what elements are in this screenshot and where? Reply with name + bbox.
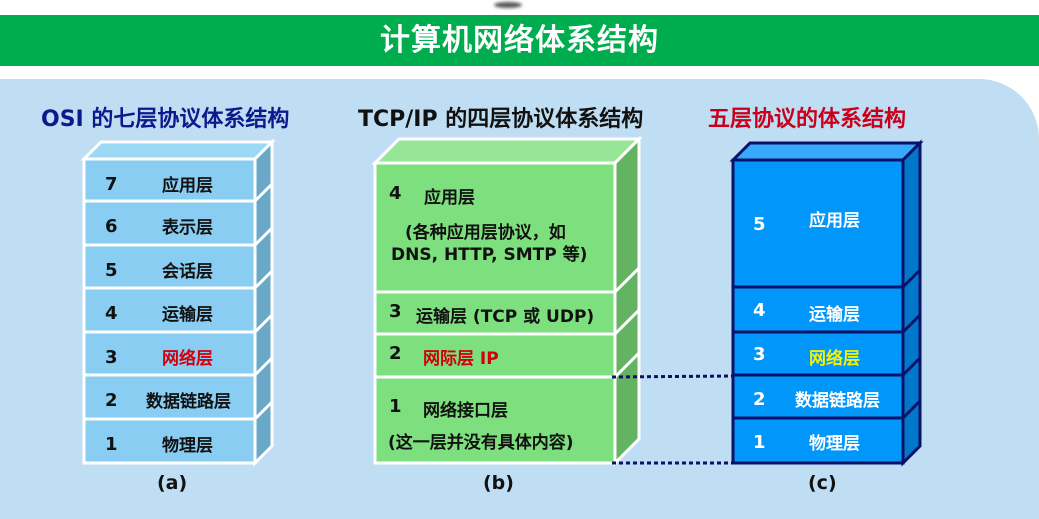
layer-name: 物理层 bbox=[809, 434, 860, 454]
layer-number: 7 bbox=[105, 174, 118, 195]
layer-number: 3 bbox=[753, 344, 766, 365]
layer-number: 2 bbox=[753, 389, 766, 410]
layer-number: 5 bbox=[105, 260, 118, 281]
layer-name: 应用层 bbox=[809, 211, 860, 231]
layer-number: 5 bbox=[753, 214, 766, 235]
layer-number: 6 bbox=[105, 216, 118, 237]
layer-name: 运输层 bbox=[162, 305, 213, 325]
layer-name: 网络接口层 bbox=[423, 401, 508, 421]
osi-top-face bbox=[80, 140, 276, 161]
layer-name: 应用层 bbox=[162, 176, 213, 196]
layer-name: 物理层 bbox=[162, 436, 213, 456]
five-caption: (c) bbox=[808, 472, 837, 494]
five-top-face bbox=[729, 141, 924, 162]
layer-number: 1 bbox=[753, 432, 766, 453]
layer-name: 会话层 bbox=[162, 262, 213, 282]
layer-number: 2 bbox=[389, 343, 402, 364]
layer-number: 3 bbox=[105, 347, 118, 368]
layer-number: 1 bbox=[105, 434, 118, 455]
layer-number: 2 bbox=[105, 390, 118, 411]
layer-name: 运输层 bbox=[809, 305, 860, 325]
layer-name: 表示层 bbox=[162, 218, 213, 238]
layer-name: 数据链路层 bbox=[795, 391, 880, 411]
layer-name: 网际层 IP bbox=[423, 349, 499, 369]
layer-name: 网络层 bbox=[162, 349, 213, 369]
tcpip-side-face bbox=[613, 135, 641, 467]
layer-number: 4 bbox=[389, 183, 402, 204]
tcpip-top-face bbox=[371, 137, 643, 165]
layer-name: 运输层 (TCP 或 UDP) bbox=[416, 307, 595, 327]
layer-note: (这一层并没有具体内容) bbox=[388, 433, 574, 453]
layer-name: 应用层 bbox=[424, 188, 475, 208]
layer-name: 数据链路层 bbox=[146, 392, 231, 412]
layer-name: 网络层 bbox=[809, 349, 860, 369]
layer-number: 1 bbox=[389, 396, 402, 417]
layer-note: DNS, HTTP, SMTP 等) bbox=[391, 245, 588, 265]
layer-number: 4 bbox=[753, 300, 766, 321]
layer-number: 4 bbox=[105, 303, 118, 324]
layer-number: 3 bbox=[389, 301, 402, 322]
osi-caption: (a) bbox=[157, 472, 188, 494]
tcpip-caption: (b) bbox=[483, 472, 514, 494]
